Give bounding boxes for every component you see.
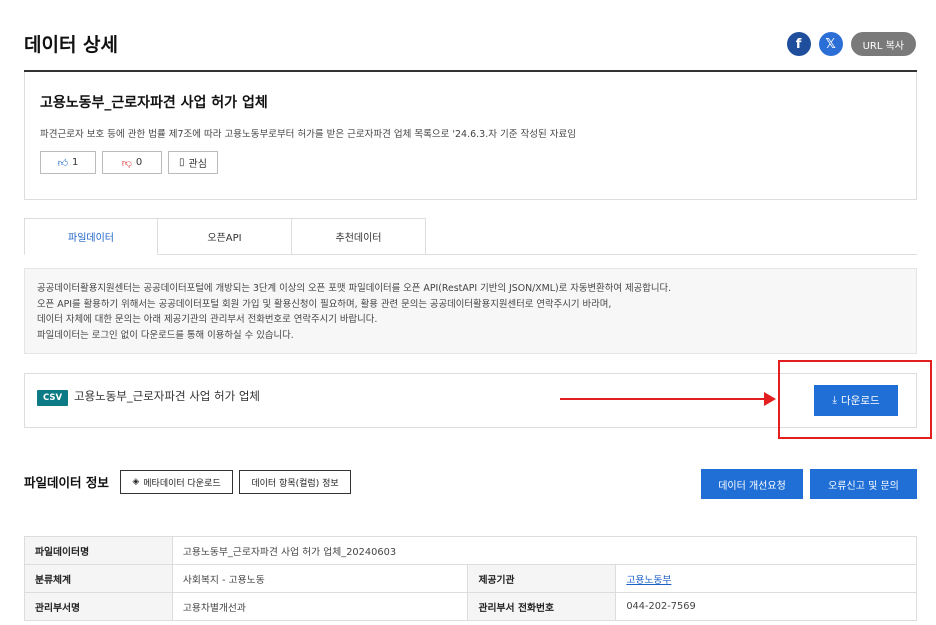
eye-icon: ◈: [132, 477, 140, 487]
annotation-highlight-box: [778, 360, 932, 439]
notice-line: 오픈 API를 활용하기 위해서는 공공데이터포털 회원 가입 및 활용신청이 …: [37, 298, 612, 310]
tab-file-data[interactable]: 파일데이터: [24, 218, 158, 255]
file-meta-table: 파일데이터명 고용노동부_근로자파견 사업 허가 업체_20240603 분류체…: [24, 536, 918, 621]
like-button[interactable]: 👍︎ 1: [40, 151, 96, 174]
annotation-arrow-head: [764, 392, 776, 406]
error-report-button[interactable]: 오류신고 및 문의: [810, 469, 917, 499]
like-count: 1: [72, 157, 79, 168]
csv-badge: CSV: [37, 390, 69, 406]
dislike-button[interactable]: 👎︎ 0: [102, 151, 162, 174]
dataset-description: 파견근로자 보호 등에 관한 법률 제7조에 따라 고용노동부로부터 허가를 받…: [40, 129, 576, 140]
provider-label: 제공기관: [467, 564, 617, 593]
phone-value: 044-202-7569: [615, 592, 917, 621]
notice-box: 공공데이터활용지원센터는 공공데이터포털에 개방되는 3단계 이상의 오픈 포맷…: [24, 268, 917, 354]
tab-bar: 파일데이터 오픈API 추천데이터: [24, 218, 426, 255]
file-info-title: 파일데이터 정보: [24, 475, 109, 490]
tab-recommended-data[interactable]: 추천데이터: [292, 218, 426, 255]
provider-link[interactable]: 고용노동부: [626, 575, 671, 586]
share-bar: f 𝕏 URL 복사: [786, 32, 916, 56]
annotation-arrow-line: [560, 398, 770, 400]
phone-label: 관리부서 전화번호: [467, 592, 617, 621]
metadata-download-label: 메타데이터 다운로드: [143, 478, 221, 489]
dept-label: 관리부서명: [24, 592, 173, 621]
page-title: 데이터 상세: [24, 34, 119, 56]
dept-value: 고용차별개선과: [171, 592, 469, 621]
category-value: 사회복지 - 고용노동: [171, 564, 469, 593]
url-copy-button[interactable]: URL 복사: [850, 32, 916, 56]
notice-line: 파일데이터는 로그인 없이 다운로드를 통해 이용하실 수 있습니다.: [37, 329, 294, 341]
facebook-icon[interactable]: f: [786, 32, 811, 56]
x-twitter-icon[interactable]: 𝕏: [818, 32, 843, 56]
file-name: 고용노동부_근로자파견 사업 허가 업체: [74, 389, 260, 403]
data-improve-request-button[interactable]: 데이터 개선요청: [701, 469, 803, 499]
dataset-title: 고용노동부_근로자파견 사업 허가 업체: [40, 95, 268, 111]
dataset-summary: 고용노동부_근로자파견 사업 허가 업체 파견근로자 보호 등에 관한 법률 제…: [24, 72, 917, 200]
notice-line: 데이터 자체에 대한 문의는 아래 제공기관의 관리부서 전화번호로 연락주시기…: [37, 314, 378, 325]
interest-label: 관심: [188, 159, 207, 170]
category-label: 분류체계: [24, 564, 173, 593]
file-name-value: 고용노동부_근로자파견 사업 허가 업체_20240603: [171, 536, 918, 565]
notice-line: 공공데이터활용지원센터는 공공데이터포털에 개방되는 3단계 이상의 오픈 포맷…: [37, 283, 672, 294]
table-row: 파일데이터명 고용노동부_근로자파견 사업 허가 업체_20240603: [24, 536, 918, 565]
column-info-button[interactable]: 데이터 항목(컬럼) 정보: [239, 470, 351, 494]
dislike-count: 0: [135, 157, 143, 168]
table-row: 관리부서명 고용차별개선과 관리부서 전화번호 044-202-7569: [24, 592, 917, 621]
interest-button[interactable]: ▯ 관심: [168, 151, 218, 174]
file-name-label: 파일데이터명: [24, 536, 173, 565]
thumbs-up-icon: 👍︎: [57, 157, 69, 169]
provider-cell: 고용노동부: [615, 564, 917, 593]
table-row: 분류체계 사회복지 - 고용노동 제공기관 고용노동부: [24, 564, 917, 593]
tab-open-api[interactable]: 오픈API: [158, 218, 292, 255]
metadata-download-button[interactable]: ◈ 메타데이터 다운로드: [120, 470, 233, 494]
thumbs-down-icon: 👎︎: [121, 157, 132, 169]
vote-buttons: 👍︎ 1 👎︎ 0 ▯ 관심: [40, 151, 218, 174]
bookmark-icon: ▯: [179, 157, 185, 168]
